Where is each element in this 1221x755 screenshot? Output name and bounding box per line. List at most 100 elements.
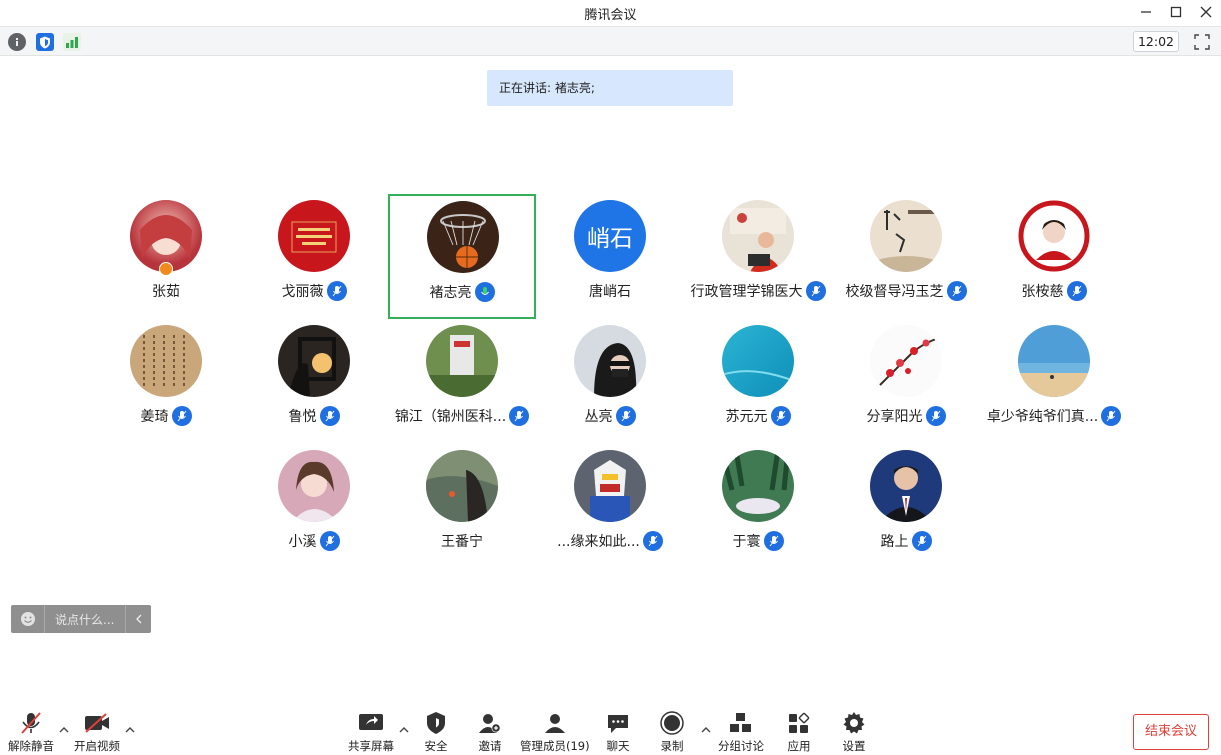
participant-name: 路上	[880, 534, 909, 550]
participant-name: 鲁悦	[288, 409, 317, 425]
manage-members-button[interactable]: 管理成员(19)	[520, 710, 590, 755]
participant-tile[interactable]: 卓少爷纯爷们真...	[979, 319, 1129, 445]
info-icon[interactable]	[8, 33, 26, 51]
mic-muted-icon[interactable]	[911, 531, 932, 551]
chevron-up-icon[interactable]	[398, 724, 410, 736]
participant-name: 卓少爷纯爷们真...	[986, 409, 1099, 425]
unmute-button[interactable]: 解除静音	[8, 710, 54, 755]
participant-tile[interactable]: 小溪	[239, 444, 389, 570]
participant-tile[interactable]: 姜琦	[91, 319, 241, 445]
shield-icon[interactable]	[36, 33, 54, 51]
share-screen-button[interactable]: 共享屏幕	[348, 710, 394, 755]
avatar-initials: 峭石	[587, 226, 633, 252]
chevron-left-icon[interactable]	[125, 605, 151, 633]
mic-muted-icon[interactable]	[319, 531, 340, 551]
end-meeting-button[interactable]: 结束会议	[1133, 714, 1209, 750]
participant-name: 校级督导冯玉芝	[845, 284, 944, 300]
record-icon	[659, 710, 685, 736]
mic-muted-icon[interactable]	[946, 281, 967, 301]
mic-muted-icon[interactable]	[171, 406, 192, 426]
video-label: 开启视频	[74, 739, 120, 753]
avatar	[870, 450, 942, 522]
unmute-label: 解除静音	[8, 739, 54, 753]
minimize-button[interactable]	[1135, 2, 1157, 22]
participant-tile[interactable]: 锦江（锦州医科...	[387, 319, 537, 445]
mic-muted-icon[interactable]	[642, 531, 663, 551]
security-button[interactable]: 安全	[423, 710, 449, 755]
minimize-icon	[1141, 11, 1151, 13]
mic-muted-icon[interactable]	[326, 281, 347, 301]
participant-tile[interactable]: 于寰	[683, 444, 833, 570]
mic-muted-icon[interactable]	[319, 406, 340, 426]
participant-name: 于寰	[732, 534, 761, 550]
chevron-up-icon[interactable]	[58, 724, 70, 736]
participant-tile[interactable]: 校级督导冯玉芝	[831, 194, 981, 320]
avatar	[722, 325, 794, 397]
mic-muted-icon[interactable]	[509, 406, 530, 426]
mic-muted-icon[interactable]	[1101, 406, 1122, 426]
participant-name: 姜琦	[140, 409, 169, 425]
participant-name: 张桉慈	[1021, 284, 1064, 300]
mic-muted-icon[interactable]	[763, 531, 784, 551]
meeting-toolbar: 12:02	[0, 26, 1221, 56]
participant-tile[interactable]: 苏元元	[683, 319, 833, 445]
add-user-icon	[477, 710, 503, 736]
participant-tile[interactable]: 鲁悦	[239, 319, 389, 445]
participant-tile[interactable]: 分享阳光	[831, 319, 981, 445]
record-button[interactable]: 录制	[659, 710, 685, 755]
mic-muted-icon[interactable]	[615, 406, 636, 426]
participant-tile[interactable]: 王番宁	[387, 444, 537, 570]
host-badge	[159, 262, 173, 276]
chat-button[interactable]: 聊天	[605, 710, 631, 755]
participant-name: 唐峭石	[589, 284, 631, 300]
start-video-button[interactable]: 开启视频	[74, 710, 120, 755]
participant-name: 张茹	[152, 284, 180, 300]
chevron-up-icon[interactable]	[124, 724, 136, 736]
participant-tile[interactable]: 峭石 唐峭石	[535, 194, 685, 320]
mic-muted-icon[interactable]	[770, 406, 791, 426]
share-screen-icon	[358, 710, 384, 736]
mic-muted-icon[interactable]	[805, 281, 826, 301]
maximize-button[interactable]	[1165, 2, 1187, 22]
participant-tile-active-speaker[interactable]: 褚志亮	[388, 194, 536, 319]
mic-off-icon	[18, 710, 44, 736]
speaking-banner: 正在讲话: 褚志亮;	[487, 70, 733, 106]
participant-tile[interactable]: ...缘来如此...	[535, 444, 685, 570]
chevron-up-icon[interactable]	[700, 724, 712, 736]
settings-button[interactable]: 设置	[841, 710, 867, 755]
participant-tile[interactable]: 张茹	[91, 194, 241, 320]
maximize-icon	[1170, 6, 1182, 18]
participant-name: 分享阳光	[866, 409, 923, 425]
apps-icon	[786, 710, 812, 736]
avatar	[574, 450, 646, 522]
participant-tile[interactable]: 路上	[831, 444, 981, 570]
avatar	[130, 325, 202, 397]
participant-tile[interactable]: 张桉慈	[979, 194, 1129, 320]
participant-tile[interactable]: 行政管理学锦医大	[683, 194, 833, 320]
participant-name: 丛亮	[584, 409, 613, 425]
avatar: 峭石	[574, 200, 646, 272]
mic-muted-icon[interactable]	[1066, 281, 1087, 301]
breakout-rooms-button[interactable]: 分组讨论	[718, 710, 764, 755]
avatar	[574, 325, 646, 397]
participant-tile[interactable]: 戈丽薇	[239, 194, 389, 320]
avatar	[427, 201, 499, 273]
members-label: 管理成员(19)	[520, 739, 590, 753]
speaking-label: 正在讲话:	[499, 81, 552, 95]
mic-muted-icon[interactable]	[925, 406, 946, 426]
signal-icon[interactable]	[63, 33, 81, 51]
apps-button[interactable]: 应用	[786, 710, 812, 755]
participant-name: 行政管理学锦医大	[690, 284, 803, 300]
mic-speaking-icon[interactable]	[474, 282, 495, 302]
apps-label: 应用	[787, 739, 811, 753]
chat-placeholder[interactable]: 说点什么...	[45, 611, 125, 628]
participant-tile[interactable]: 丛亮	[535, 319, 685, 445]
emoji-icon[interactable]	[11, 605, 45, 633]
invite-button[interactable]: 邀请	[477, 710, 503, 755]
participant-name: 戈丽薇	[281, 284, 324, 300]
close-button[interactable]	[1195, 2, 1217, 22]
fullscreen-icon[interactable]	[1193, 33, 1211, 51]
avatar	[870, 200, 942, 272]
record-label: 录制	[660, 739, 684, 753]
chat-quick-input[interactable]: 说点什么...	[11, 605, 151, 633]
